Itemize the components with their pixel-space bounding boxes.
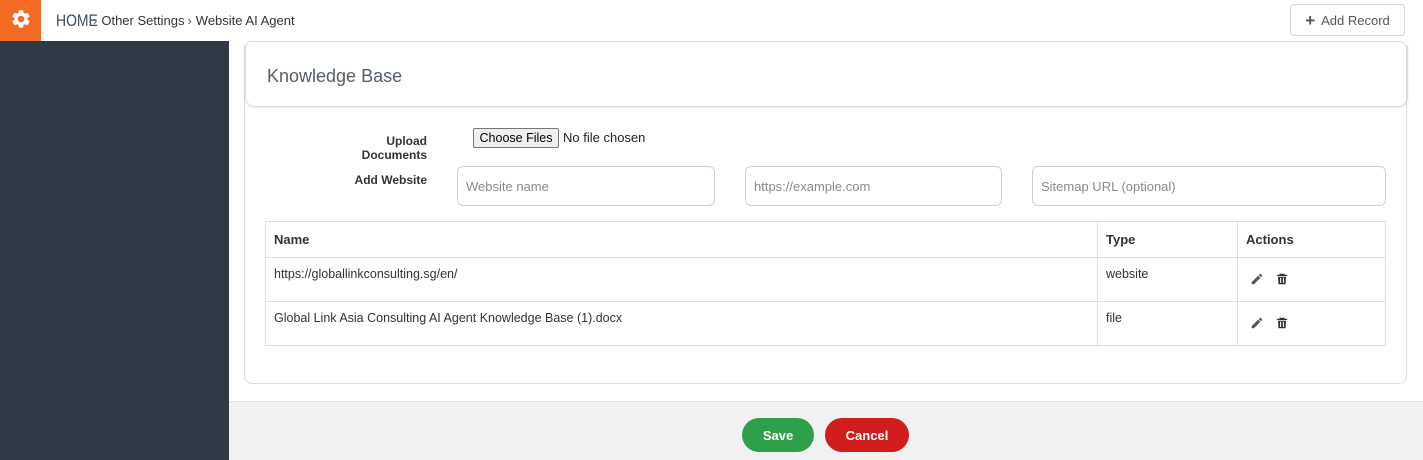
knowledge-base-card: Knowledge Base Upload Documents Choose F… [244,41,1408,384]
add-record-label: Add Record [1321,12,1390,28]
sidebar [0,41,229,460]
row-name-cell: Global Link Asia Consulting AI Agent Kno… [265,301,1098,346]
breadcrumb-home[interactable]: HOME [56,11,98,31]
table-header-row: Name Type Actions [265,221,1386,258]
row-type-cell: website [1097,257,1238,302]
column-header-type[interactable]: Type [1097,221,1238,258]
column-header-name[interactable]: Name [265,221,1098,258]
upload-documents-label: Upload Documents [361,134,427,162]
sitemap-url-input[interactable] [1032,166,1386,206]
add-website-label: Add Website [354,173,427,187]
gear-icon [10,8,32,33]
website-url-input[interactable] [745,166,1002,206]
trash-icon[interactable] [1275,272,1289,286]
file-status-text: No file chosen [563,130,646,145]
column-header-actions: Actions [1237,221,1386,258]
table-row: https://globallinkconsulting.sg/en/ webs… [265,257,1386,302]
trash-icon[interactable] [1275,316,1289,330]
settings-button[interactable] [0,0,41,41]
pencil-icon[interactable] [1250,316,1264,330]
card-title: Knowledge Base [267,66,403,86]
plus-icon: + [1305,10,1316,30]
row-actions-cell [1237,301,1386,346]
add-record-button[interactable]: + Add Record [1290,4,1405,36]
main-content: Knowledge Base Upload Documents Choose F… [229,41,1423,460]
choose-files-button[interactable]: Choose Files [473,128,559,148]
breadcrumb: HOME › Other Settings › Website AI Agent [56,0,295,41]
table-row: Global Link Asia Consulting AI Agent Kno… [265,301,1386,346]
website-name-input[interactable] [457,166,715,206]
breadcrumb-current-page: Website AI Agent [195,13,295,28]
cancel-button[interactable]: Cancel [825,418,909,452]
row-type-cell: file [1097,301,1238,346]
form-footer: Save Cancel [229,401,1423,460]
save-button[interactable]: Save [742,418,814,452]
knowledge-base-table: Name Type Actions https://globallinkcons… [265,221,1386,346]
top-bar: HOME › Other Settings › Website AI Agent… [0,0,1423,41]
chevron-right-icon: › [187,13,192,28]
breadcrumb-other-settings[interactable]: Other Settings [101,13,184,28]
row-actions-cell [1237,257,1386,302]
row-name-cell: https://globallinkconsulting.sg/en/ [265,257,1098,302]
pencil-icon[interactable] [1250,272,1264,286]
card-header: Knowledge Base [245,45,1408,107]
